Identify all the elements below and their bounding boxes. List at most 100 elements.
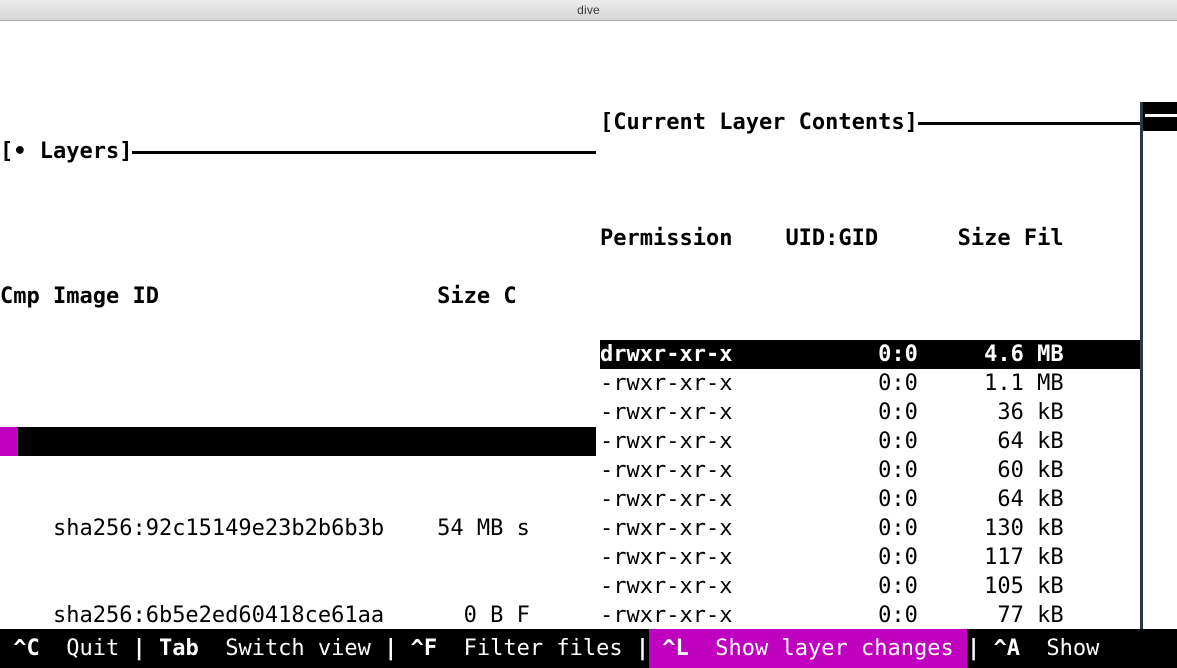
contents-uidgid: 0:0 bbox=[785, 342, 918, 367]
contents-size: 36 kB bbox=[917, 400, 1064, 425]
layer-cmd: s bbox=[503, 516, 530, 541]
contents-row[interactable]: -rwxr-xr-x 0:0 64 kB bbox=[600, 427, 1177, 456]
contents-row[interactable]: -rwxr-xr-x 0:0 64 kB bbox=[600, 485, 1177, 514]
layers-section-header: [• Layers] bbox=[0, 137, 596, 166]
contents-size: 60 kB bbox=[917, 458, 1064, 483]
dive-window: dive [• Layers] Cmp Image ID Size C sha2… bbox=[0, 0, 1177, 668]
layers-col-cmd: C bbox=[490, 284, 517, 309]
layer-row[interactable]: sha256:6b5e2ed60418ce61aa 0 B F bbox=[0, 601, 596, 630]
contents-row[interactable]: -rwxr-xr-x 0:0 36 kB bbox=[600, 398, 1177, 427]
status-shortcut-show-layer-changes[interactable]: ^L Show layer changes bbox=[649, 629, 967, 668]
contents-row[interactable]: -rwxr-xr-x 0:0 1.1 MB bbox=[600, 369, 1177, 398]
layer-image-id: sha256:92c15149e23b2b6b3b bbox=[52, 516, 385, 541]
status-shortcut-show[interactable]: ^A Show bbox=[980, 629, 1112, 668]
layers-col-imageid: Image ID bbox=[39, 284, 438, 309]
contents-size: 1.1 MB bbox=[917, 371, 1064, 396]
contents-uidgid: 0:0 bbox=[785, 603, 918, 628]
contents-size: 117 kB bbox=[917, 545, 1064, 570]
contents-section-rule bbox=[917, 121, 1177, 125]
window-titlebar: dive bbox=[0, 0, 1177, 21]
status-shortcut-label: Filter files bbox=[450, 636, 636, 661]
layer-image-id: sha256:6b5e2ed60418ce61aa bbox=[52, 603, 385, 628]
contents-permission: -rwxr-xr-x bbox=[600, 487, 786, 512]
layer-cmp-cell bbox=[0, 603, 53, 628]
layer-size: 54 MB bbox=[384, 516, 504, 541]
layer-size: 0 B bbox=[384, 603, 504, 628]
contents-size: 64 kB bbox=[917, 487, 1064, 512]
status-shortcut-filter-files[interactable]: ^F Filter files bbox=[397, 629, 635, 668]
contents-permission: -rwxr-xr-x bbox=[600, 516, 786, 541]
right-pane: [Current Layer Contents] Permission UID:… bbox=[600, 21, 1177, 668]
contents-uidgid: 0:0 bbox=[785, 487, 918, 512]
left-pane: [• Layers] Cmp Image ID Size C sha256:0a… bbox=[0, 21, 636, 668]
selected-row-tail-dash bbox=[1145, 114, 1177, 117]
status-shortcut-key: ^F bbox=[397, 636, 451, 661]
status-shortcut-switch-view[interactable]: Tab Switch view bbox=[146, 629, 384, 668]
layers-column-headers: Cmp Image ID Size C bbox=[0, 282, 596, 311]
contents-section-header: [Current Layer Contents] bbox=[600, 108, 1177, 137]
contents-column-headers: Permission UID:GID Size Fil bbox=[600, 224, 1177, 253]
contents-size: 130 kB bbox=[917, 516, 1064, 541]
status-separator: | bbox=[132, 636, 146, 661]
layer-cmd: F bbox=[503, 603, 530, 628]
contents-permission: -rwxr-xr-x bbox=[600, 429, 786, 454]
contents-size: 105 kB bbox=[917, 574, 1064, 599]
layer-size: 55 MB bbox=[490, 458, 610, 483]
layer-image-id: sha256:0a07e81f5da36e4cd6 bbox=[158, 458, 491, 483]
contents-row[interactable]: -rwxr-xr-x 0:0 130 kB bbox=[600, 514, 1177, 543]
status-shortcut-key: ^L bbox=[649, 636, 703, 661]
status-shortcut-label: Quit bbox=[52, 636, 133, 661]
contents-row[interactable]: -rwxr-xr-x 0:0 117 kB bbox=[600, 543, 1177, 572]
layer-row[interactable]: sha256:0a07e81f5da36e4cd6 55 MB # bbox=[0, 427, 636, 483]
contents-permission: -rwxr-xr-x bbox=[600, 458, 786, 483]
contents-col-permission: Permission bbox=[600, 226, 733, 251]
status-shortcut-key: ^A bbox=[980, 636, 1034, 661]
status-separator: | bbox=[384, 636, 398, 661]
contents-uidgid: 0:0 bbox=[785, 429, 918, 454]
layer-row[interactable]: sha256:92c15149e23b2b6b3b 54 MB s bbox=[0, 514, 596, 543]
status-shortcut-quit[interactable]: ^C Quit bbox=[0, 629, 132, 668]
status-shortcut-label: Show layer changes bbox=[702, 636, 967, 661]
status-bar: ^C Quit | Tab Switch view | ^F Filter fi… bbox=[0, 629, 1177, 668]
layer-compare-swatch bbox=[0, 427, 18, 456]
contents-size: 77 kB bbox=[917, 603, 1064, 628]
status-separator: | bbox=[966, 636, 981, 661]
contents-row[interactable]: -rwxr-xr-x 0:0 77 kB bbox=[600, 601, 1177, 630]
contents-permission: -rwxr-xr-x bbox=[600, 545, 786, 570]
contents-row[interactable]: -rwxr-xr-x 0:0 105 kB bbox=[600, 572, 1177, 601]
contents-uidgid: 0:0 bbox=[785, 458, 918, 483]
contents-row[interactable]: drwxr-xr-x 0:0 4.6 MB bbox=[600, 340, 1140, 369]
contents-permission: -rwxr-xr-x bbox=[600, 574, 786, 599]
contents-size: 4.6 MB bbox=[917, 342, 1064, 367]
contents-col-size: Size bbox=[957, 226, 1011, 251]
layers-col-cmp: Cmp bbox=[0, 284, 40, 309]
contents-row-list[interactable]: drwxr-xr-x 0:0 4.6 MB -rwxr-xr-x 0:0 1.1 … bbox=[600, 340, 1177, 668]
status-shortcut-label: Switch view bbox=[211, 636, 385, 661]
status-shortcut-key: Tab bbox=[145, 636, 212, 661]
layers-section-rule bbox=[132, 150, 596, 154]
contents-uidgid: 0:0 bbox=[785, 400, 918, 425]
layers-section-title: [• Layers] bbox=[0, 139, 133, 164]
contents-permission: drwxr-xr-x bbox=[600, 342, 786, 367]
layer-cmp-cell bbox=[106, 458, 159, 483]
layer-cmp-cell bbox=[0, 516, 53, 541]
terminal-screen: [• Layers] Cmp Image ID Size C sha256:0a… bbox=[0, 21, 1177, 668]
contents-uidgid: 0:0 bbox=[785, 516, 918, 541]
filetree-guide-line bbox=[1140, 102, 1143, 649]
contents-permission: -rwxr-xr-x bbox=[600, 400, 786, 425]
contents-uidgid: 0:0 bbox=[785, 574, 918, 599]
contents-row[interactable]: -rwxr-xr-x 0:0 60 kB bbox=[600, 456, 1177, 485]
status-shortcut-label: Show bbox=[1033, 636, 1113, 661]
status-separator: | bbox=[635, 636, 650, 661]
contents-uidgid: 0:0 bbox=[785, 545, 918, 570]
contents-section-title: [Current Layer Contents] bbox=[600, 110, 918, 135]
contents-uidgid: 0:0 bbox=[785, 371, 918, 396]
layers-col-size: Size bbox=[437, 284, 491, 309]
contents-size: 64 kB bbox=[917, 429, 1064, 454]
contents-col-filetree: Fil bbox=[1023, 226, 1064, 251]
contents-permission: -rwxr-xr-x bbox=[600, 371, 786, 396]
window-title: dive bbox=[577, 3, 600, 17]
